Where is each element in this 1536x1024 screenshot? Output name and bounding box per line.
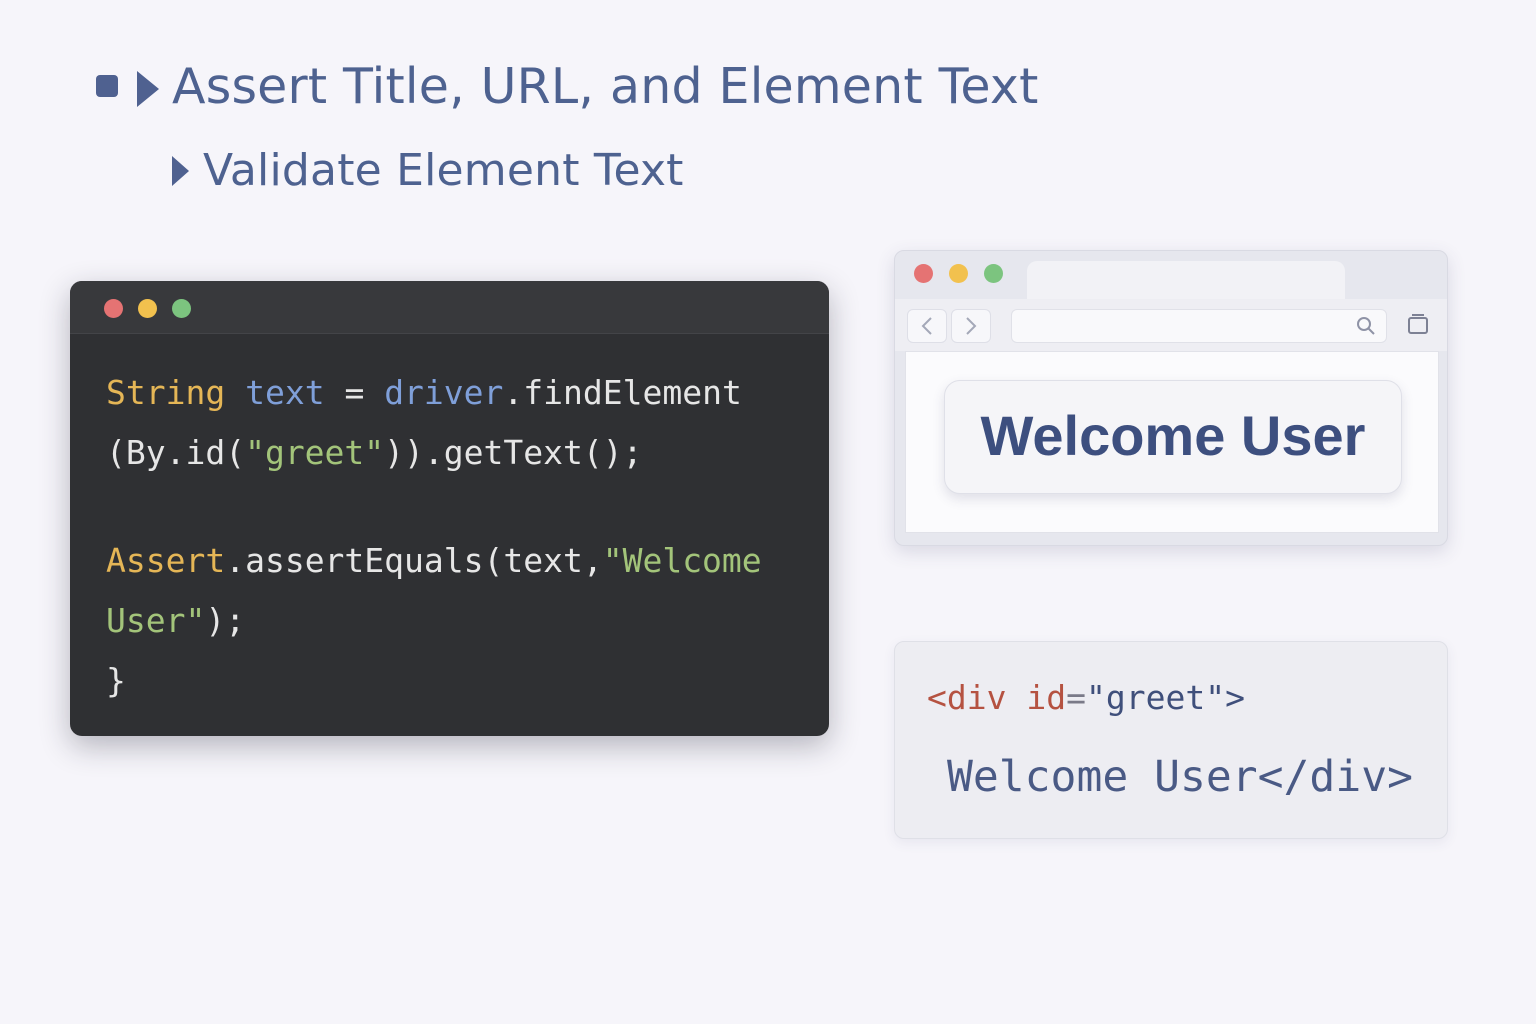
code-editor-window: String text = driver.findElement (By.id(… (70, 281, 829, 736)
maximize-dot-icon[interactable] (172, 299, 191, 318)
main-heading: Assert Title, URL, and Element Text (172, 58, 1039, 115)
sub-heading: Validate Element Text (203, 145, 684, 196)
code-line-3: Assert.assertEquals(text,"Welcome (106, 541, 762, 580)
browser-toolbar (895, 299, 1447, 351)
back-button[interactable] (907, 309, 947, 343)
code-token-variable: text (245, 373, 325, 412)
code-token-operator: = (324, 373, 385, 412)
caret-right-icon (137, 71, 159, 107)
forward-button[interactable] (951, 309, 991, 343)
close-dot-icon[interactable] (914, 264, 933, 283)
code-line-2: (By.id("greet")).getText(); (106, 433, 642, 472)
code-token-plain: )).getText(); (384, 433, 643, 472)
code-line-5: } (106, 661, 126, 700)
browser-viewport: Welcome User (905, 351, 1439, 533)
code-token-plain: ); (205, 601, 246, 640)
code-token-plain: (By.id( (106, 433, 246, 472)
snippet-line-2: Welcome User</div> (947, 752, 1413, 802)
welcome-element: Welcome User (944, 380, 1402, 494)
code-token-string: "greet" (245, 433, 385, 472)
close-dot-icon[interactable] (104, 299, 123, 318)
chevron-right-icon (966, 317, 977, 335)
snippet-attr: id (1026, 678, 1067, 717)
snippet-line-1: <div id="greet"> (927, 678, 1245, 717)
code-line-4: User"); (106, 601, 245, 640)
code-token-method: .assertEquals (225, 541, 484, 580)
minimize-dot-icon[interactable] (138, 299, 157, 318)
snippet-equals: = (1066, 678, 1086, 717)
tabs-icon[interactable] (1406, 312, 1430, 336)
code-token-brace: } (106, 661, 126, 700)
snippet-open-bracket: < (927, 678, 947, 717)
minimize-dot-icon[interactable] (949, 264, 968, 283)
browser-window: Welcome User (894, 250, 1448, 546)
code-token-object: driver (384, 373, 504, 412)
code-token-type: String (106, 373, 226, 412)
caret-right-icon (172, 156, 189, 186)
code-token-string: User" (106, 601, 206, 640)
snippet-tag: div (946, 678, 1007, 717)
search-icon[interactable] (1356, 316, 1376, 336)
snippet-close-bracket: > (1225, 678, 1245, 717)
address-bar[interactable] (1011, 309, 1387, 343)
snippet-value: "greet" (1085, 678, 1226, 717)
editor-titlebar (70, 281, 829, 334)
welcome-text: Welcome User (980, 404, 1366, 467)
code-token-method: .findElement (503, 373, 742, 412)
code-token-string: "Welcome (602, 541, 762, 580)
maximize-dot-icon[interactable] (984, 264, 1003, 283)
code-token-plain: (text, (483, 541, 603, 580)
chevron-left-icon (921, 317, 932, 335)
bullet-square-icon (96, 75, 118, 97)
code-line-1: String text = driver.findElement (106, 373, 742, 412)
code-token-class: Assert (106, 541, 226, 580)
html-snippet-card: <div id="greet"> Welcome User</div> (894, 641, 1448, 839)
